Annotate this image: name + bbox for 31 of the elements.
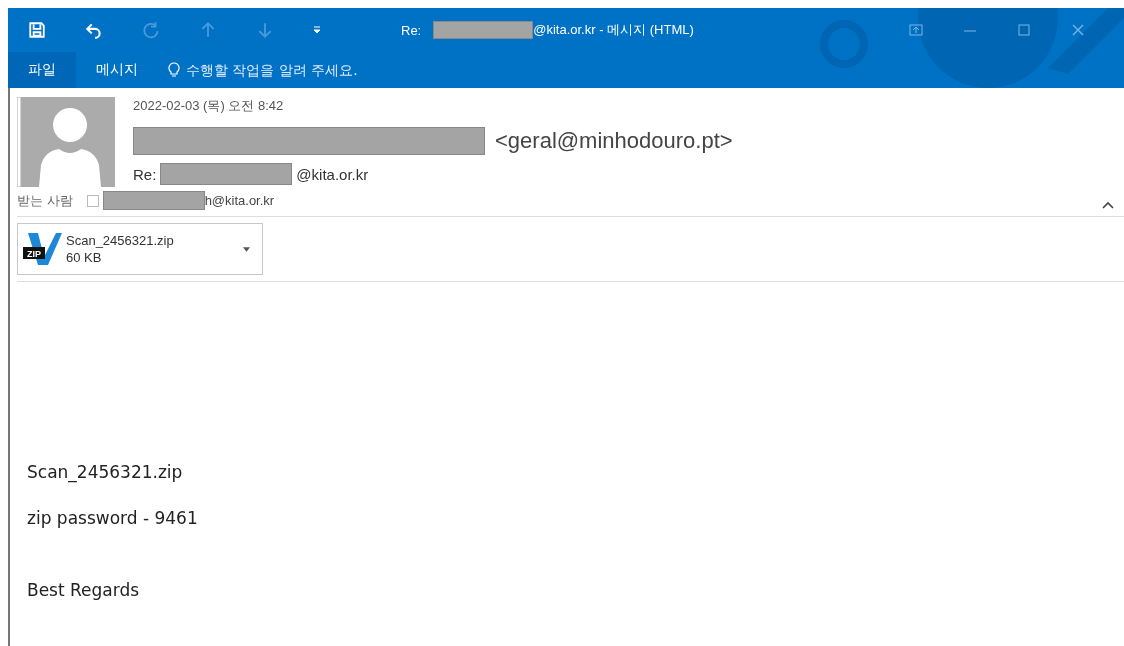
subject-prefix: Re: xyxy=(133,165,157,183)
customize-menu-icon[interactable] xyxy=(313,26,321,34)
attachment-name: Scan_2456321.zip xyxy=(66,233,174,248)
lightbulb-icon xyxy=(168,62,180,78)
maximize-icon[interactable] xyxy=(1016,22,1032,38)
redo-icon[interactable] xyxy=(142,21,160,39)
dropdown-caret-icon[interactable] xyxy=(243,246,250,252)
avatar-icon xyxy=(17,97,115,187)
sent-date: 2022-02-03 (목) 오전 8:42 xyxy=(133,97,285,115)
down-arrow-icon[interactable] xyxy=(256,21,274,39)
up-arrow-icon[interactable] xyxy=(199,21,217,39)
ribbon-display-icon[interactable] xyxy=(908,22,924,38)
recipient-email: h@kita.or.kr xyxy=(204,193,275,208)
message-text: zip password - 9461 xyxy=(27,508,199,528)
attachment-size: 60 KB xyxy=(66,250,103,265)
to-label: 받는 사람 xyxy=(17,191,73,210)
sender-email: <geral@minhodouro.pt> xyxy=(495,128,733,154)
ribbon-tab[interactable]: 메시지 xyxy=(76,52,158,88)
undo-icon[interactable] xyxy=(85,21,103,39)
collapse-caret-icon[interactable] xyxy=(1102,200,1114,209)
window-title: @kita.or.kr - 메시지 (HTML) xyxy=(533,21,694,39)
save-icon[interactable] xyxy=(28,21,46,39)
ribbon-tab[interactable]: 파일 xyxy=(8,52,76,88)
message-text: Best Regards xyxy=(27,580,141,600)
attachment-card[interactable]: ZIP Scan_2456321.zip 60 KB xyxy=(17,223,263,275)
window-title-prefix: Re: xyxy=(401,22,422,38)
recipient-checkbox[interactable] xyxy=(86,194,99,207)
message-text: Scan_2456321.zip xyxy=(27,462,184,482)
subject-domain: @kita.or.kr xyxy=(296,165,369,183)
close-icon[interactable] xyxy=(1070,22,1086,38)
tell-me-field[interactable]: 수행할 작업을 알려 주세요. xyxy=(184,61,408,79)
